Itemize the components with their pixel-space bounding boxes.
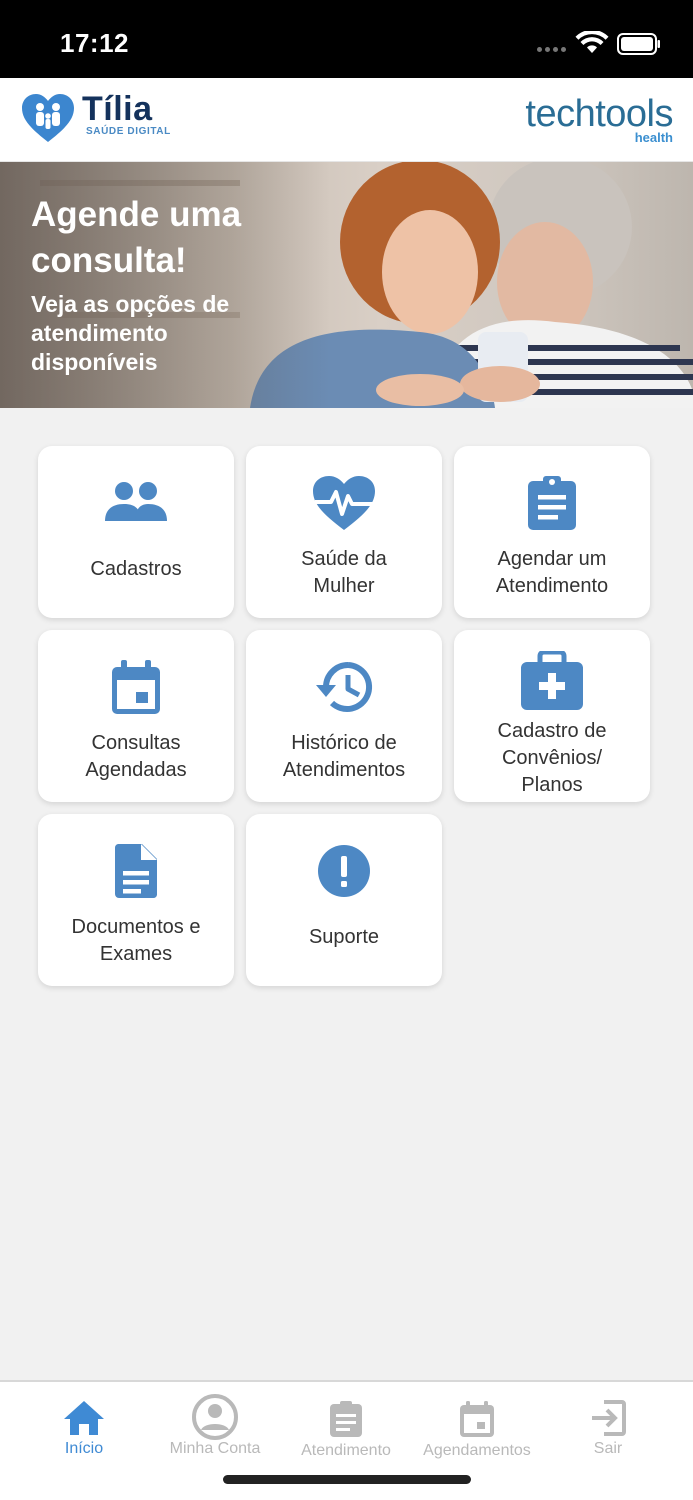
cellular-signal-icon: [537, 47, 566, 52]
menu-card-historico[interactable]: Histórico de Atendimentos: [246, 630, 442, 802]
heart-pulse-icon: [313, 476, 375, 530]
status-bar: 17:12: [0, 0, 693, 78]
people-icon: [105, 482, 167, 521]
status-time: 17:12: [60, 28, 129, 58]
menu-card-label: Cadastros: [90, 558, 182, 580]
menu-card-label: Histórico de Atendimentos: [282, 732, 406, 781]
menu-card-label: Agendar um Atendimento: [495, 548, 609, 597]
alert-icon: [318, 845, 370, 897]
menu-card-convenios[interactable]: Cadastro de Convênios/ Planos: [454, 630, 650, 802]
tab-inicio[interactable]: Início: [19, 1400, 149, 1458]
history-icon: [316, 662, 373, 712]
tab-label: Minha Conta: [169, 1440, 261, 1457]
menu-card-cadastros[interactable]: Cadastros: [38, 446, 234, 618]
menu-card-suporte[interactable]: Suporte: [246, 814, 442, 986]
document-icon: [114, 844, 157, 899]
tab-minha-conta[interactable]: Minha Conta: [150, 1394, 280, 1458]
tab-atendimento[interactable]: Atendimento: [281, 1400, 411, 1460]
app-header: Tília SAÚDE DIGITAL techtools health: [0, 78, 693, 162]
menu-card-label: Saúde da Mulher: [301, 548, 387, 597]
battery-icon: [617, 33, 660, 55]
menu-card-agendar[interactable]: Agendar um Atendimento: [454, 446, 650, 618]
tab-sair[interactable]: Sair: [543, 1400, 673, 1458]
clipboard-icon: [528, 476, 576, 530]
clipboard-icon: [330, 1401, 362, 1437]
menu-card-documentos[interactable]: Documentos e Exames: [38, 814, 234, 986]
menu-card-label: Documentos e Exames: [71, 916, 201, 965]
tab-label: Início: [64, 1440, 104, 1457]
partner-logo: techtools health: [525, 94, 673, 145]
banner-title: Agende uma consulta!: [31, 195, 242, 280]
calendar-icon: [460, 1401, 494, 1437]
partner-name: techtools: [525, 93, 673, 135]
menu-card-saude-mulher[interactable]: Saúde da Mulher: [246, 446, 442, 618]
home-icon: [64, 1401, 104, 1435]
brand-name: Tília: [82, 90, 153, 128]
menu-card-label: Cadastro de Convênios/ Planos: [497, 720, 607, 796]
tab-label: Agendamentos: [423, 1442, 531, 1459]
calendar-icon: [112, 660, 160, 714]
menu-grid: Cadastros Saúde da Mulher Agendar um Ate…: [38, 446, 651, 986]
tab-label: Atendimento: [301, 1442, 391, 1459]
banner-subtitle: Veja as opções de atendimento disponívei…: [31, 291, 230, 375]
wifi-icon: [575, 31, 609, 53]
brand-subtitle: SAÚDE DIGITAL: [86, 126, 171, 137]
account-icon: [192, 1394, 238, 1440]
brand-logo: Tília SAÚDE DIGITAL: [20, 92, 171, 144]
exit-icon: [592, 1400, 626, 1436]
menu-card-label: Consultas Agendadas: [85, 732, 187, 781]
menu-card-consultas[interactable]: Consultas Agendadas: [38, 630, 234, 802]
family-heart-icon: [22, 94, 74, 142]
medical-kit-icon: [521, 651, 583, 710]
home-indicator[interactable]: [223, 1475, 471, 1484]
tab-label: Sair: [593, 1440, 623, 1457]
tab-agendamentos[interactable]: Agendamentos: [412, 1400, 542, 1460]
menu-card-label: Suporte: [308, 926, 380, 948]
